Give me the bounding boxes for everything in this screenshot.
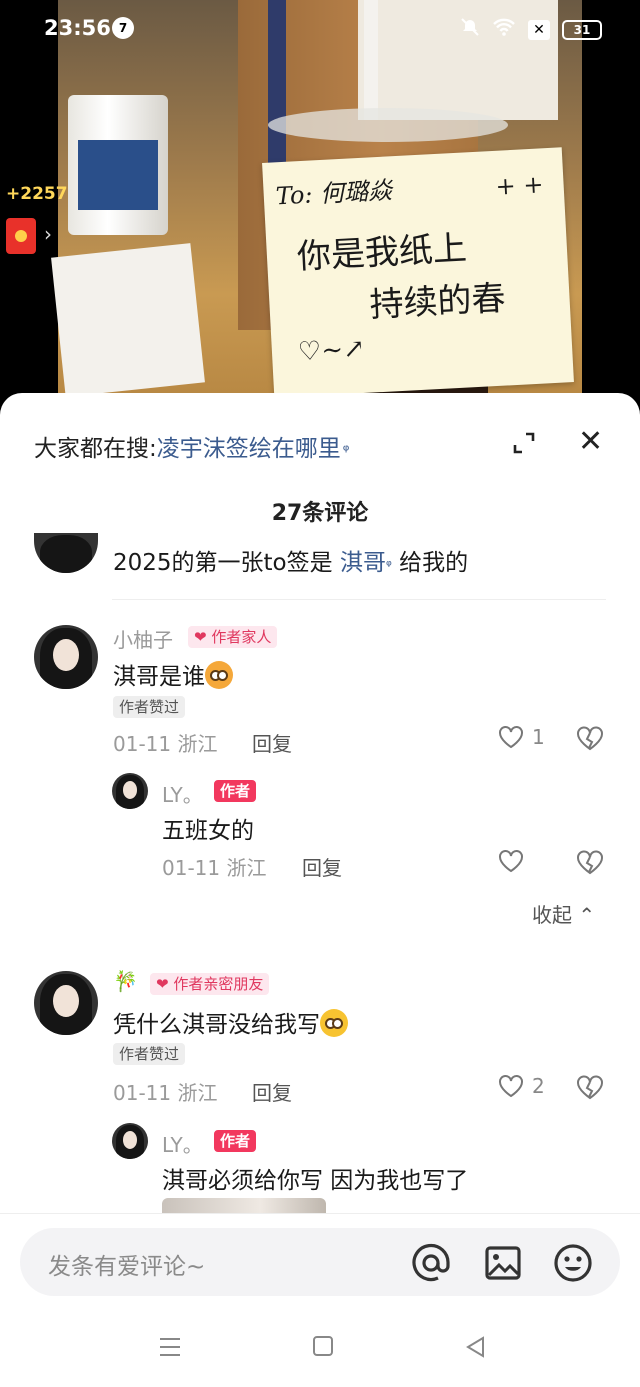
emoji-icon[interactable] <box>552 1242 594 1284</box>
note-doodle-heart: ♡~↗ <box>297 333 366 368</box>
flushed-emoji-icon <box>320 1009 348 1037</box>
comment-meta: 01-11 浙江 <box>113 1081 218 1105</box>
expand-icon[interactable] <box>512 431 536 455</box>
search-suggestion[interactable]: 大家都在搜:凌宇沫签绘在哪里 ᵠ <box>34 429 349 463</box>
reply-button[interactable]: 回复 <box>302 852 342 881</box>
username[interactable]: LY。 <box>162 1129 203 1158</box>
comment-input[interactable]: 发条有爱评论~ <box>20 1228 620 1296</box>
blush-emoji-icon <box>205 661 233 689</box>
battery-indicator: 31 <box>562 19 602 40</box>
like-count: 2 <box>532 1074 545 1098</box>
notification-badge: 7 <box>112 17 134 39</box>
comment-count: 27条评论 <box>271 501 369 526</box>
coin-reward: +2257 <box>6 184 68 204</box>
username[interactable]: 小柚子 <box>113 624 173 653</box>
note-line-2: 你是我纸上 <box>295 228 468 278</box>
photo-content: To: 何璐焱 你是我纸上 持续的春 ♡~↗ + + <box>51 0 582 420</box>
comment-text: 凭什么淇哥没给我写 <box>113 1005 348 1039</box>
author-family-badge: ❤ 作者家人 <box>188 626 278 648</box>
dislike-heart-icon[interactable] <box>576 725 604 751</box>
username[interactable]: 🎋 <box>113 969 138 993</box>
cup-sleeve <box>78 140 158 210</box>
collapse-replies-button[interactable]: 收起 ⌃ <box>532 899 595 928</box>
comment-text: 五班女的 <box>162 818 254 844</box>
author-close-friend-badge: ❤ 作者亲密朋友 <box>150 973 270 995</box>
author-liked-badge: 作者赞过 <box>113 1043 186 1065</box>
reply-button[interactable]: 回复 <box>252 728 292 757</box>
avatar[interactable] <box>34 971 98 1035</box>
heart-icon <box>499 726 523 749</box>
chevron-right-icon[interactable]: › <box>44 222 52 246</box>
post-photo[interactable]: To: 何璐焱 你是我纸上 持续的春 ♡~↗ + + 23:56 7 ✕ 31 … <box>0 0 640 420</box>
cup-lid <box>268 108 508 142</box>
search-prefix: 大家都在搜: <box>34 436 157 462</box>
note-line-3: 持续的春 <box>368 278 507 326</box>
like-button[interactable]: 2 <box>498 1074 545 1098</box>
input-placeholder: 发条有爱评论~ <box>48 1254 206 1280</box>
avatar[interactable] <box>112 1123 148 1159</box>
like-button[interactable]: 1 <box>498 725 545 749</box>
heart-badge-icon: ❤ <box>156 975 169 993</box>
comment-text: 2025的第一张to签是 淇哥ᵠ 给我的 <box>113 550 469 576</box>
note-line-1: To: 何璐焱 <box>275 176 393 211</box>
comment-sheet: 大家都在搜:凌宇沫签绘在哪里 ᵠ ✕ 27条评论 2025的第一张to签是 淇哥ᵠ… <box>0 393 640 1387</box>
search-icon: ᵠ <box>342 441 350 460</box>
like-count: 1 <box>532 725 545 749</box>
comment-meta: 01-11 浙江 <box>162 856 267 880</box>
search-term-link[interactable]: 凌宇沫签绘在哪里 <box>157 436 341 462</box>
menu-icon[interactable] <box>158 1335 182 1359</box>
paper-sheet <box>51 243 205 397</box>
heart-icon <box>499 850 523 873</box>
dislike-heart-icon[interactable] <box>576 1074 604 1100</box>
mention-link[interactable]: 淇哥 <box>340 550 386 576</box>
avatar[interactable] <box>34 533 98 573</box>
home-icon[interactable] <box>312 1335 334 1357</box>
close-icon[interactable]: ✕ <box>578 427 603 457</box>
chevron-up-icon: ⌃ <box>578 903 596 927</box>
reply-button[interactable]: 回复 <box>252 1077 292 1106</box>
status-time: 23:56 <box>44 16 111 40</box>
note-doodle-sparkle: + + <box>494 170 545 201</box>
author-badge: 作者 <box>214 1130 257 1152</box>
divider <box>112 599 606 600</box>
heart-badge-icon: ❤ <box>194 628 207 646</box>
comment-text: 淇哥是谁 <box>113 657 233 691</box>
comment-input-bar: 发条有爱评论~ <box>0 1213 640 1313</box>
system-nav-bar <box>0 1313 640 1387</box>
comment-meta: 01-11 浙江 <box>113 732 218 756</box>
author-badge: 作者 <box>214 780 257 802</box>
like-button[interactable] <box>498 849 524 873</box>
back-icon[interactable] <box>464 1335 486 1359</box>
dislike-heart-icon[interactable] <box>576 849 604 875</box>
sim-off-icon: ✕ <box>528 19 550 40</box>
username[interactable]: LY。 <box>162 779 203 808</box>
mention-icon[interactable] <box>410 1242 452 1284</box>
author-liked-badge: 作者赞过 <box>113 696 186 718</box>
avatar[interactable] <box>112 773 148 809</box>
status-bar: 23:56 7 ✕ 31 <box>0 0 640 58</box>
avatar[interactable] <box>34 625 98 689</box>
wifi-icon <box>492 17 516 42</box>
comment-text: 淇哥必须给你写 因为我也写了 <box>162 1168 469 1194</box>
red-packet-icon[interactable] <box>6 218 36 254</box>
mute-icon <box>460 17 480 42</box>
image-icon[interactable] <box>482 1242 524 1284</box>
heart-icon <box>499 1075 523 1098</box>
sticky-note: To: 何璐焱 你是我纸上 持续的春 ♡~↗ + + <box>262 147 574 398</box>
